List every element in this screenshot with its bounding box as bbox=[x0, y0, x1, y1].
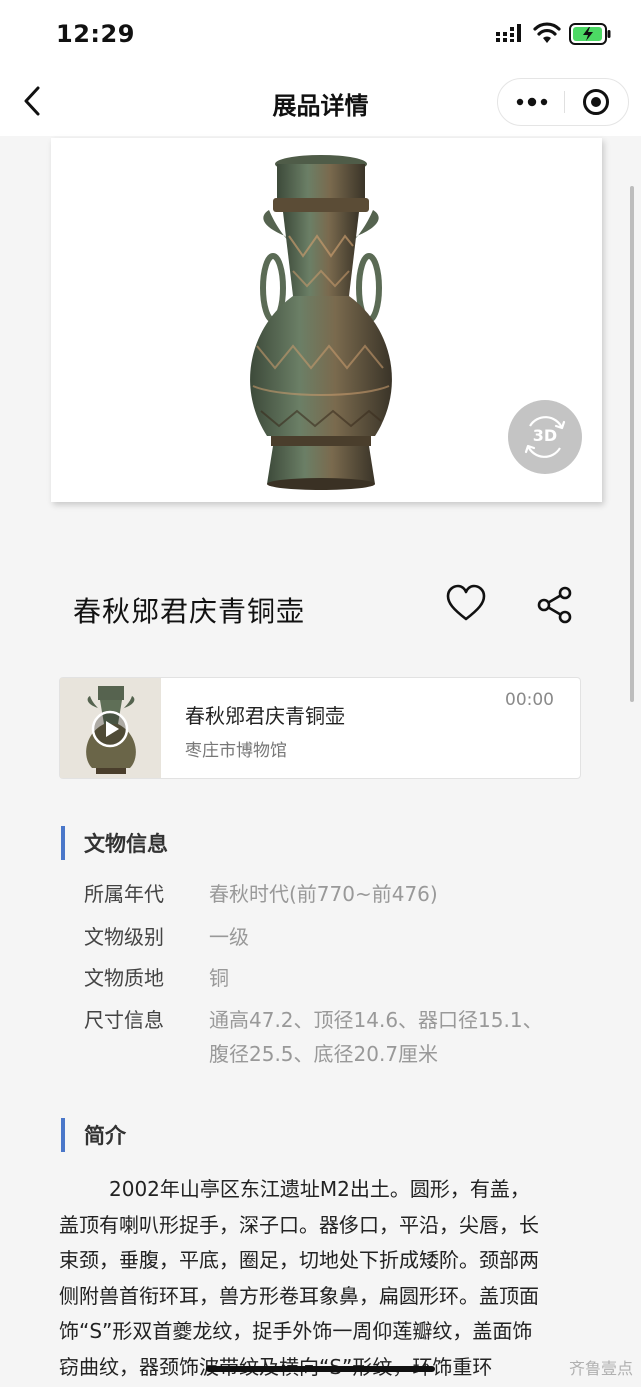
info-value: 通高47.2、顶径14.6、器口径15.1、 bbox=[209, 1008, 543, 1032]
status-bar: 12:29 bbox=[0, 0, 641, 70]
intro-text: 2002年山亭区东江遗址M2出土。圆形，有盖， 盖顶有喇叭形捉手，深子口。器侈口… bbox=[59, 1172, 581, 1385]
audio-title: 春秋郳君庆青铜壶 bbox=[185, 704, 345, 728]
info-label: 所属年代 bbox=[84, 882, 164, 906]
intro-line: 束颈，垂腹，平底，圈足，切地处下折成矮阶。颈部两 bbox=[59, 1248, 539, 1272]
status-time: 12:29 bbox=[56, 20, 135, 48]
bronze-vessel-image bbox=[250, 155, 392, 490]
audio-guide-card[interactable]: 春秋郳君庆青铜壶 枣庄市博物馆 00:00 bbox=[59, 677, 581, 779]
info-label: 尺寸信息 bbox=[84, 1008, 164, 1032]
status-icons bbox=[481, 22, 611, 48]
wifi-icon bbox=[533, 22, 561, 43]
info-value: 一级 bbox=[209, 925, 249, 949]
favorite-heart-icon[interactable] bbox=[445, 584, 487, 622]
info-value-continued: 腹径25.5、底径20.7厘米 bbox=[209, 1042, 439, 1066]
intro-line: 饰“S”形双首夔龙纹，捉手外饰一周仰莲瓣纹，盖面饰 bbox=[59, 1319, 533, 1343]
section-accent-bar bbox=[61, 826, 65, 860]
mini-program-capsule bbox=[497, 78, 629, 126]
view-3d-label: 3D bbox=[532, 426, 558, 445]
exhibit-title: 春秋郳君庆青铜壶 bbox=[73, 595, 306, 628]
info-label: 文物质地 bbox=[84, 966, 164, 990]
more-dots-icon bbox=[516, 97, 548, 107]
exhibit-image-card[interactable]: 3D bbox=[51, 138, 602, 502]
signal-icon bbox=[496, 24, 521, 42]
target-close-icon bbox=[583, 89, 609, 115]
watermark: 齐鲁壹点 bbox=[568, 1359, 633, 1378]
intro-section-title: 简介 bbox=[84, 1124, 126, 1148]
info-value: 铜 bbox=[209, 966, 229, 990]
audio-museum-name: 枣庄市博物馆 bbox=[185, 741, 287, 761]
battery-icon bbox=[569, 23, 611, 45]
intro-line: 2002年山亭区东江遗址M2出土。圆形，有盖， bbox=[109, 1177, 530, 1201]
home-indicator[interactable] bbox=[206, 1366, 435, 1372]
audio-thumbnail bbox=[60, 678, 161, 778]
info-section-title: 文物信息 bbox=[84, 832, 168, 856]
info-value: 春秋时代(前770~前476) bbox=[209, 882, 438, 906]
share-icon[interactable] bbox=[535, 585, 575, 625]
view-3d-button[interactable]: 3D bbox=[508, 400, 582, 474]
play-icon[interactable] bbox=[91, 710, 129, 748]
intro-line: 盖顶有喇叭形捉手，深子口。器侈口，平沿，尖唇，长 bbox=[59, 1212, 539, 1237]
scrollbar[interactable] bbox=[630, 186, 634, 702]
audio-duration: 00:00 bbox=[505, 690, 554, 710]
info-label: 文物级别 bbox=[84, 925, 164, 949]
close-button[interactable] bbox=[565, 79, 629, 125]
nav-bar: 展品详情 bbox=[0, 70, 641, 136]
more-button[interactable] bbox=[498, 79, 564, 125]
intro-line: 侧附兽首衔环耳，兽方形卷耳象鼻，扁圆形环。盖顶面 bbox=[59, 1283, 539, 1308]
section-accent-bar bbox=[61, 1118, 65, 1152]
